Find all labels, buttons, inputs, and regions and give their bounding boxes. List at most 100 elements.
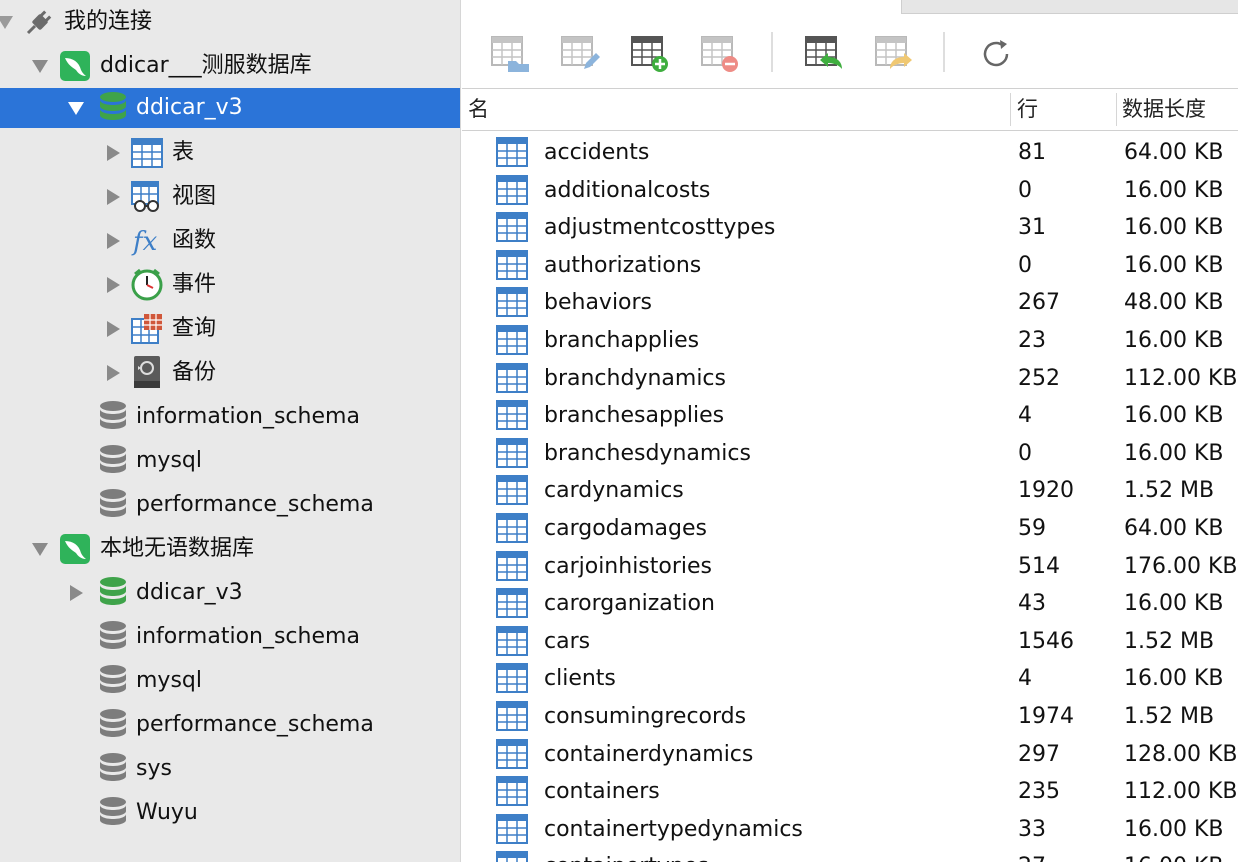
new-table-icon[interactable]	[630, 34, 670, 74]
table-row[interactable]: containertypedynamics 33 16.00 KB	[462, 810, 1238, 848]
db-mysql[interactable]: mysql	[0, 439, 460, 483]
table-row[interactable]: adjustmentcosttypes 31 16.00 KB	[462, 208, 1238, 246]
db-label: ddicar_v3	[136, 580, 243, 605]
design-table-icon[interactable]	[560, 34, 600, 74]
db-performance-schema-local[interactable]: performance_schema	[0, 703, 460, 747]
db-ddicar-v3-selected[interactable]: ddicar_v3	[0, 88, 460, 128]
table-icon	[496, 137, 528, 167]
node-functions[interactable]: fx 函数	[0, 219, 460, 263]
chevron-right-icon[interactable]	[104, 144, 122, 162]
node-label: 函数	[172, 228, 217, 253]
table-row-count: 1546	[1018, 628, 1074, 654]
table-icon	[496, 287, 528, 318]
table-name: carjoinhistories	[544, 553, 713, 579]
table-data-length: 1.52 MB	[1124, 704, 1215, 729]
table-row[interactable]: branchdynamics 252 112.00 KB	[462, 359, 1238, 397]
table-row[interactable]: branchesapplies 4 16.00 KB	[462, 396, 1238, 434]
table-name: additionalcosts	[544, 177, 711, 203]
db-mysql-local[interactable]: mysql	[0, 659, 460, 703]
chevron-right-icon[interactable]	[104, 320, 122, 338]
col-header-data-length[interactable]: 数据长度	[1122, 89, 1206, 130]
table-icon	[496, 174, 528, 205]
table-icon	[496, 701, 528, 731]
table-icon	[496, 776, 528, 807]
col-divider[interactable]	[1010, 93, 1011, 126]
table-row[interactable]: behaviors 267 48.00 KB	[462, 283, 1238, 321]
table-row-count: 31	[1018, 215, 1046, 241]
table-row[interactable]: containerdynamics 297 128.00 KB	[462, 735, 1238, 773]
export-icon[interactable]	[874, 34, 914, 74]
chevron-down-icon[interactable]	[67, 99, 85, 117]
chevron-right-icon[interactable]	[104, 232, 122, 250]
col-divider[interactable]	[1116, 93, 1117, 126]
chevron-right-icon[interactable]	[67, 584, 85, 602]
import-icon[interactable]	[804, 34, 844, 74]
col-header-rows[interactable]: 行	[1017, 89, 1038, 130]
table-icon	[496, 325, 528, 355]
table-data-length: 176.00 KB	[1124, 553, 1238, 579]
table-data-length: 16.00 KB	[1124, 328, 1224, 353]
node-backups[interactable]: 备份	[0, 351, 460, 395]
table-row[interactable]: clients 4 16.00 KB	[462, 659, 1238, 697]
sidebar-root[interactable]: 我的连接	[0, 0, 460, 44]
table-icon	[496, 212, 528, 243]
table-row-count: 235	[1018, 779, 1060, 805]
svg-text:fx: fx	[131, 227, 158, 257]
table-data-length: 64.00 KB	[1124, 140, 1224, 165]
delete-table-icon[interactable]	[700, 34, 740, 74]
db-label: performance_schema	[136, 492, 374, 517]
table-name: containertypes	[544, 847, 709, 862]
table-icon	[496, 550, 528, 581]
table-data-length: 1.52 MB	[1124, 628, 1215, 654]
node-label: 表	[172, 140, 195, 165]
table-row[interactable]: additionalcosts 0 16.00 KB	[462, 171, 1238, 209]
chevron-right-icon[interactable]	[104, 276, 122, 294]
backup-icon	[130, 355, 164, 389]
db-ddicar-v3-local[interactable]: ddicar_v3	[0, 571, 460, 615]
table-header: 名 行 数据长度	[462, 88, 1238, 131]
table-row[interactable]: containertypes 27 16.00 KB	[462, 847, 1238, 862]
node-queries[interactable]: 查询	[0, 307, 460, 351]
db-information-schema[interactable]: information_schema	[0, 395, 460, 439]
connection-local-wuyu[interactable]: 本地无语数据库	[0, 527, 460, 571]
chevron-down-icon[interactable]	[31, 57, 49, 75]
db-sys-local[interactable]: sys	[0, 747, 460, 791]
function-icon: fx	[130, 224, 164, 258]
connection-ddicar-test[interactable]: ddicar___测服数据库	[0, 44, 460, 88]
db-information-schema-local[interactable]: information_schema	[0, 615, 460, 659]
col-header-name[interactable]: 名	[468, 89, 489, 130]
table-row[interactable]: carorganization 43 16.00 KB	[462, 584, 1238, 622]
chevron-right-icon[interactable]	[104, 188, 122, 206]
tab-strip	[901, 0, 1238, 14]
chevron-down-icon[interactable]	[31, 540, 49, 558]
table-row[interactable]: cargodamages 59 64.00 KB	[462, 509, 1238, 547]
table-data-length: 16.00 KB	[1124, 403, 1224, 429]
plug-icon	[22, 5, 56, 39]
open-table-icon[interactable]	[490, 34, 530, 74]
table-data-length: 16.00 KB	[1124, 591, 1224, 617]
table-row[interactable]: containers 235 112.00 KB	[462, 772, 1238, 810]
chevron-right-icon[interactable]	[104, 364, 122, 382]
node-tables[interactable]: 表	[0, 131, 460, 175]
table-row[interactable]: carjoinhistories 514 176.00 KB	[462, 547, 1238, 585]
table-name: cars	[544, 628, 591, 654]
connection-label: 本地无语数据库	[100, 536, 255, 561]
db-label: ddicar_v3	[136, 95, 243, 120]
table-row[interactable]: authorizations 0 16.00 KB	[462, 246, 1238, 284]
table-row-count: 252	[1018, 365, 1060, 391]
table-row[interactable]: accidents 81 64.00 KB	[462, 133, 1238, 171]
toolbar-divider	[943, 32, 945, 72]
db-wuyu-local[interactable]: Wuyu	[0, 791, 460, 835]
table-row-count: 27	[1018, 847, 1046, 862]
table-row[interactable]: branchesdynamics 0 16.00 KB	[462, 434, 1238, 472]
database-gray-icon	[96, 444, 130, 478]
refresh-icon[interactable]	[976, 34, 1016, 74]
table-row[interactable]: cardynamics 1920 1.52 MB	[462, 471, 1238, 509]
node-views[interactable]: 视图	[0, 175, 460, 219]
table-row[interactable]: branchapplies 23 16.00 KB	[462, 321, 1238, 359]
chevron-down-icon[interactable]	[0, 13, 14, 31]
table-row[interactable]: consumingrecords 1974 1.52 MB	[462, 697, 1238, 735]
table-row[interactable]: cars 1546 1.52 MB	[462, 622, 1238, 660]
db-performance-schema[interactable]: performance_schema	[0, 483, 460, 527]
node-events[interactable]: 事件	[0, 263, 460, 307]
